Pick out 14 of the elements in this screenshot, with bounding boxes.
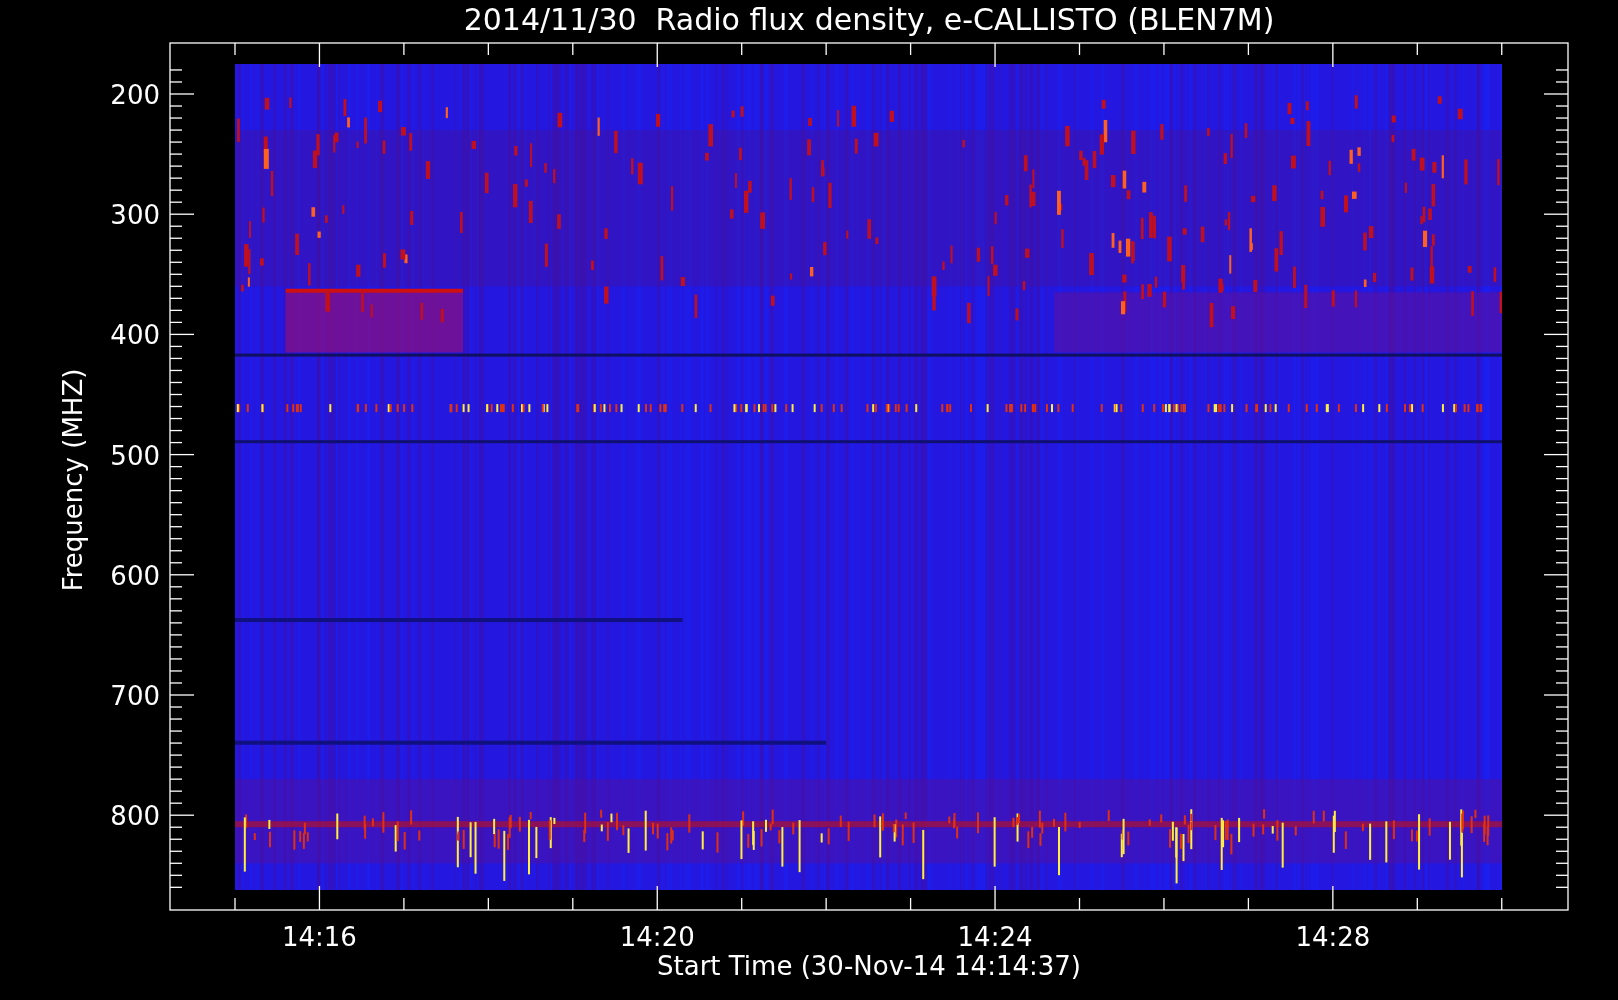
y-tick-label: 600 (110, 560, 160, 591)
y-tick-label: 200 (110, 80, 160, 110)
x-tick-label: 14:16 (282, 922, 357, 952)
x-axis-label: Start Time (30-Nov-14 14:14:37) (657, 951, 1081, 981)
y-tick-label: 500 (110, 440, 160, 471)
x-tick-label: 14:24 (957, 922, 1033, 952)
y-axis-label: Frequency (MHZ) (58, 368, 88, 592)
x-tick-label: 14:20 (619, 922, 695, 952)
y-tick-label: 300 (110, 200, 160, 231)
x-tick-label: 14:28 (1295, 922, 1371, 952)
y-tick-label: 800 (110, 801, 160, 832)
y-tick-label: 400 (110, 320, 160, 351)
y-tick-label: 700 (110, 681, 160, 711)
plot-title: 2014/11/30 Radio flux density, e-CALLISTO (BLEN7M) (463, 2, 1275, 37)
